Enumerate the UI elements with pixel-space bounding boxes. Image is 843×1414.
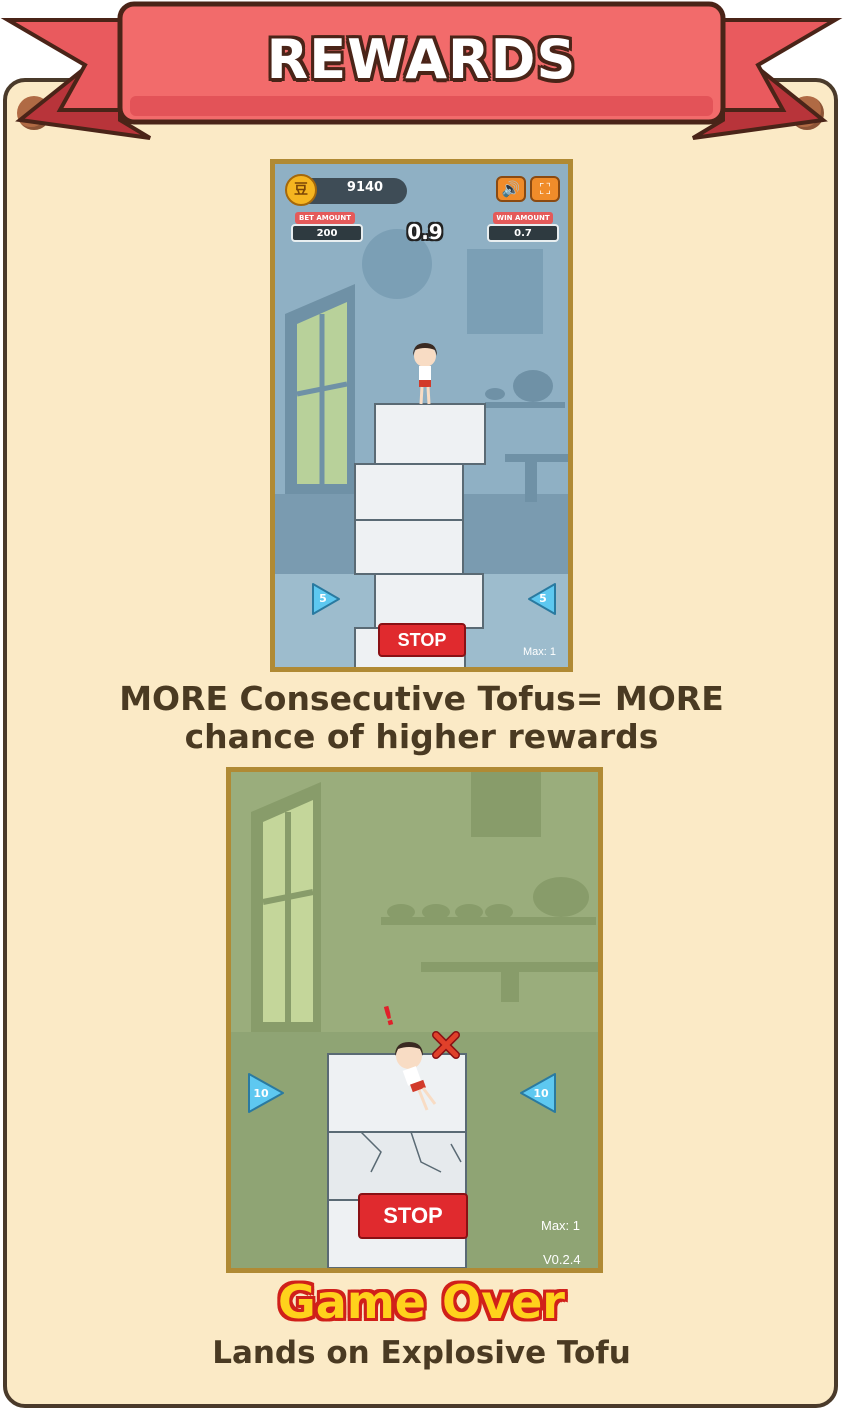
left-arrow-value: 5 xyxy=(319,592,327,605)
girl-character xyxy=(413,343,437,405)
rewards-title: REWARDS xyxy=(266,28,577,91)
game-over-title: Game Over xyxy=(278,1275,565,1329)
gameplay-screenshot-stacking: 豆 9140 🔊 ⛶ BET AMOUNT 200 0.9 WIN AMOUNT… xyxy=(270,159,573,672)
right-arrow-value: 5 xyxy=(539,592,547,605)
caption-line-1: MORE Consecutive Tofus= MORE xyxy=(119,679,724,718)
max-label: Max: 1 xyxy=(541,1218,581,1233)
left-arrow-value: 10 xyxy=(253,1087,269,1100)
right-arrow-value: 10 xyxy=(533,1087,549,1100)
version-label: V0.2.4 xyxy=(543,1252,581,1267)
stop-button[interactable]: STOP xyxy=(358,1193,468,1239)
girl-character xyxy=(395,1042,437,1111)
game-over-subtitle: Lands on Explosive Tofu xyxy=(212,1335,631,1371)
caption-consecutive-tofus: MORE Consecutive Tofus= MORE chance of h… xyxy=(0,680,843,756)
caption-line-2: chance of higher rewards xyxy=(184,717,659,756)
max-label: Max: 1 xyxy=(523,646,557,658)
gameplay-screenshot-gameover: ! 10 10 STOP Max: 1 V0.2.4 xyxy=(226,767,603,1273)
stop-button[interactable]: STOP xyxy=(378,623,466,657)
